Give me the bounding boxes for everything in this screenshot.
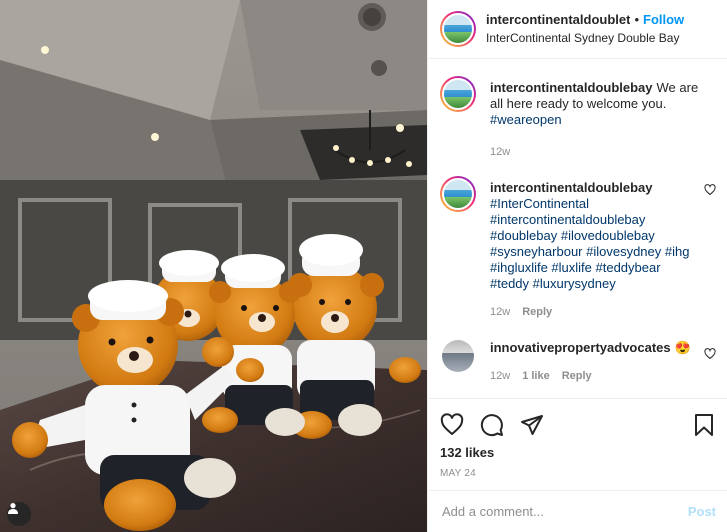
- author-username[interactable]: intercontinentaldoublet: [486, 12, 630, 28]
- hashtag-line[interactable]: #teddy #luxurysydney: [490, 276, 710, 292]
- hashtag-line[interactable]: #intercontinentaldoublebay: [490, 212, 710, 228]
- comment-username[interactable]: intercontinentaldoublebay: [490, 180, 706, 196]
- hashtag-line[interactable]: #ihgluxlife #luxlife #teddybear: [490, 260, 710, 276]
- post-side-panel: intercontinentaldoublet • Follow InterCo…: [427, 0, 727, 532]
- action-icons: [440, 399, 716, 447]
- hotel-pool-avatar-image: [442, 13, 474, 45]
- caption-body: intercontinentaldoublebay We are all here…: [490, 76, 710, 160]
- caption-avatar[interactable]: [440, 76, 476, 112]
- add-comment-bar: Post: [428, 490, 727, 532]
- comment-age[interactable]: 12w: [490, 304, 510, 320]
- caption-age[interactable]: 12w: [490, 144, 510, 160]
- post-header: intercontinentaldoublet • Follow InterCo…: [428, 0, 727, 59]
- commenter-avatar[interactable]: [442, 340, 474, 372]
- comment-like-heart-icon[interactable]: [704, 184, 716, 196]
- hashtag-comment: intercontinentaldoublebay #InterContinen…: [440, 176, 716, 320]
- comment-like-heart-icon[interactable]: [704, 348, 716, 360]
- hashtag-line[interactable]: #doublebay #ilovedoublebay: [490, 228, 710, 244]
- separator-dot: •: [634, 12, 640, 27]
- caption: intercontinentaldoublebay We are all here…: [440, 76, 716, 160]
- post-photo[interactable]: [0, 0, 427, 532]
- reply-button[interactable]: Reply: [522, 304, 552, 320]
- comment-icon[interactable]: [480, 413, 504, 437]
- hashtag-line[interactable]: #InterContinental: [490, 196, 710, 212]
- user-comment-meta: 12w 1 like Reply: [490, 368, 710, 384]
- comments-list[interactable]: intercontinentaldoublebay We are all here…: [428, 60, 727, 398]
- likes-count[interactable]: 132 likes: [440, 445, 716, 460]
- comment-input[interactable]: [442, 504, 688, 519]
- header-row: intercontinentaldoublet • Follow: [486, 12, 684, 28]
- hashtag-line[interactable]: #sysneyharbour #ilovesydney #ihg: [490, 244, 710, 260]
- commenter-username[interactable]: innovativepropertyadvocates: [490, 340, 671, 355]
- caption-username[interactable]: intercontinentaldoublebay: [490, 80, 653, 95]
- post-actions: 132 likes MAY 24: [428, 398, 727, 490]
- author-avatar[interactable]: [440, 11, 476, 47]
- hashtag-link[interactable]: #weareopen: [490, 112, 562, 127]
- caption-meta: 12w: [490, 144, 710, 160]
- location-link[interactable]: InterContinental Sydney Double Bay: [486, 30, 684, 46]
- user-comment-body: innovativepropertyadvocates 😍 12w 1 like …: [490, 340, 710, 384]
- post-comment-button[interactable]: Post: [688, 504, 716, 519]
- hotel-pool-avatar-image: [442, 178, 474, 210]
- heart-icon[interactable]: [440, 413, 464, 437]
- user-comment: innovativepropertyadvocates 😍 12w 1 like …: [440, 340, 716, 384]
- hashtag-comment-body: intercontinentaldoublebay #InterContinen…: [490, 176, 710, 320]
- comment-avatar[interactable]: [440, 176, 476, 212]
- follow-button[interactable]: Follow: [643, 12, 684, 28]
- comment-meta: 12w Reply: [490, 304, 710, 320]
- hotel-pool-avatar-image: [442, 78, 474, 110]
- header-text: intercontinentaldoublet • Follow InterCo…: [486, 12, 684, 46]
- bookmark-icon[interactable]: [692, 413, 716, 437]
- comment-likes-count[interactable]: 1 like: [522, 368, 550, 384]
- reply-button[interactable]: Reply: [562, 368, 592, 384]
- user-tag-button[interactable]: [7, 502, 31, 526]
- teddy-bears-photo: [0, 0, 427, 532]
- post-date[interactable]: MAY 24: [440, 468, 716, 479]
- user-comment-age[interactable]: 12w: [490, 368, 510, 384]
- comment-emoji: 😍: [674, 340, 691, 355]
- share-icon[interactable]: [520, 413, 544, 437]
- user-tag-icon: [8, 503, 18, 514]
